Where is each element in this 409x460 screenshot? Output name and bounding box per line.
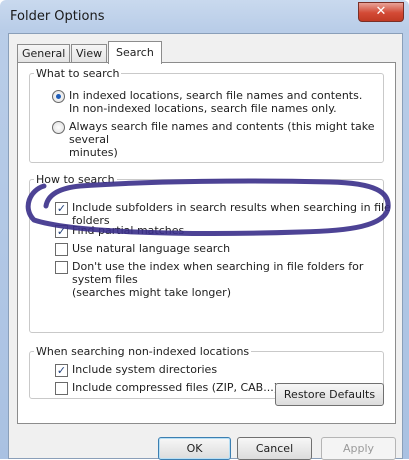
radio-indexed-line1: In indexed locations, search file names … [69, 89, 363, 102]
checkbox-checked[interactable]: ✓ [55, 202, 68, 215]
checkbox[interactable] [55, 261, 68, 274]
checkbox-checked[interactable]: ✓ [55, 225, 68, 238]
folder-options-window: Folder Options ✕ General View Search Wha… [0, 0, 409, 460]
tab-search[interactable]: Search [108, 41, 162, 64]
tab-view[interactable]: View [71, 44, 108, 63]
tab-general[interactable]: General [17, 44, 71, 63]
ok-button[interactable]: OK [158, 437, 231, 460]
apply-button[interactable]: Apply [321, 437, 396, 460]
checkbox-natural-language[interactable]: Use natural language search [55, 242, 230, 256]
dialog-client-area: General View Search What to search In in… [8, 33, 403, 460]
radio-button-selected[interactable] [52, 90, 65, 103]
natural-language-label: Use natural language search [72, 242, 231, 255]
cancel-button[interactable]: Cancel [237, 437, 312, 460]
checkbox-checked[interactable]: ✓ [55, 364, 68, 377]
compressed-files-label: Include compressed files (ZIP, CAB...) [72, 381, 278, 394]
radio-button[interactable] [52, 121, 65, 134]
radio-indexed-line2: In non-indexed locations, search file na… [69, 102, 337, 115]
checkbox-compressed-files[interactable]: Include compressed files (ZIP, CAB...) [55, 381, 278, 395]
radio-indexed-locations[interactable]: In indexed locations, search file names … [52, 89, 362, 115]
checkbox-dont-use-index[interactable]: Don't use the index when searching in fi… [55, 260, 395, 299]
dont-use-index-line1: Don't use the index when searching in fi… [72, 260, 364, 286]
find-partial-matches-label: Find partial matches [72, 224, 185, 237]
checkbox[interactable] [55, 382, 68, 395]
what-to-search-legend: What to search [36, 67, 120, 80]
close-icon: ✕ [375, 4, 387, 19]
checkbox-find-partial-matches[interactable]: ✓ Find partial matches [55, 224, 184, 238]
restore-defaults-button[interactable]: Restore Defaults [275, 383, 384, 406]
non-indexed-legend: When searching non-indexed locations [36, 345, 250, 358]
radio-always-search[interactable]: Always search file names and contents (t… [52, 120, 395, 159]
dont-use-index-line2: (searches might take longer) [72, 286, 231, 299]
checkbox-system-directories[interactable]: ✓ Include system directories [55, 363, 217, 377]
radio-always-line2: minutes) [69, 146, 118, 159]
search-tab-panel: What to search In indexed locations, sea… [17, 62, 396, 424]
window-title: Folder Options [10, 9, 105, 24]
radio-always-line1: Always search file names and contents (t… [69, 120, 375, 146]
close-button[interactable]: ✕ [358, 2, 404, 22]
how-to-search-legend: How to search [36, 173, 115, 186]
system-directories-label: Include system directories [72, 363, 218, 376]
checkbox[interactable] [55, 243, 68, 256]
